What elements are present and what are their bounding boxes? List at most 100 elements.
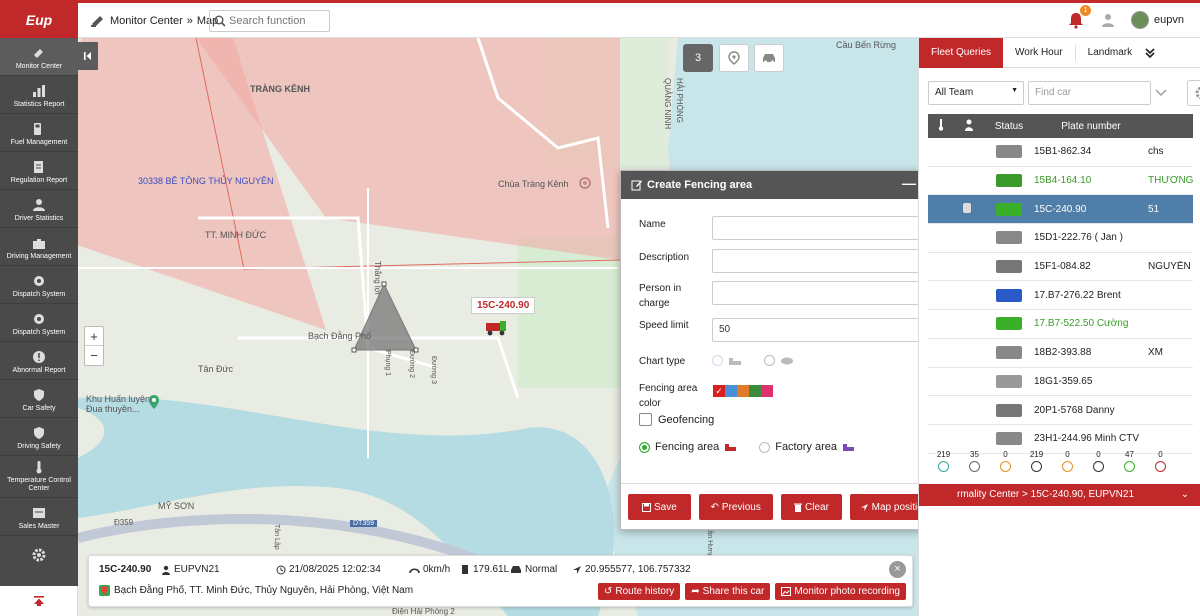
sidebar-item-driving-safety[interactable]: Driving Safety [0,418,78,456]
abnormality-bar[interactable]: rmality Center > 15C-240.90, EUPVN21 ⌄ [919,484,1200,506]
plate-number: 20P1-5768 Danny [1034,404,1115,416]
vehicle-marker-icon[interactable] [484,320,508,336]
name-field[interactable] [712,216,939,240]
status-count[interactable]: 35 [959,450,990,476]
info-fuel: 179.61L [461,564,510,575]
color-swatch[interactable] [761,385,773,397]
map-label-trang-kenh: TRÀNG KÊNH [250,84,310,94]
person-field[interactable] [712,281,939,305]
sidebar-settings[interactable] [0,536,78,574]
find-car-input[interactable]: Find car [1028,81,1151,105]
vehicle-row[interactable]: 15D1-222.76 ( Jan ) [928,224,1193,253]
chevron-down-icon[interactable] [1155,89,1167,97]
trash-icon [794,503,802,512]
collapse-sidebar-button[interactable] [78,42,98,70]
col-status[interactable]: Status [984,121,1034,132]
breadcrumb-current[interactable]: Monitor Center [110,15,183,27]
sidebar-item-monitor-center[interactable]: Monitor Center [0,38,78,76]
tab-fleet-queries[interactable]: Fleet Queries [919,37,1004,68]
car-icon [511,566,521,573]
tab-work-hour[interactable]: Work Hour [1003,44,1076,61]
vehicle-row[interactable]: 18B2-393.88 XM [928,339,1193,368]
clear-button[interactable]: Clear [780,494,843,520]
geofencing-option[interactable]: Geofencing [639,413,714,426]
vehicle-plate-label[interactable]: 15C-240.90 [471,297,536,314]
status-count[interactable]: 219 [928,450,959,476]
sidebar-item-temperature-control[interactable]: Temperature Control Center [0,456,78,498]
factory-area-radio[interactable] [759,441,771,453]
sidebar-item-statistics-report[interactable]: Statistics Report [0,76,78,114]
zoom-out-button[interactable]: − [85,346,103,365]
sidebar-item-dispatch-system[interactable]: Dispatch System [0,266,78,304]
sidebar-item-sales-master[interactable]: Sales Master [0,498,78,536]
info-plate: 15C-240.90 [99,564,152,575]
fencing-area-radio[interactable] [639,441,650,453]
google-maps-icon[interactable] [99,585,110,596]
speed-limit-field[interactable]: 50 [712,318,939,342]
status-count[interactable]: 0 [1145,450,1176,476]
monitor-photo-button[interactable]: Monitor photo recording [775,583,906,600]
status-count[interactable]: 0 [1083,450,1114,476]
col-temp-icon[interactable] [928,118,954,134]
search-input[interactable] [229,15,324,27]
vehicle-cluster-count[interactable]: 3 [683,44,713,72]
info-datetime: 21/08/2025 12:02:34 [276,564,409,575]
col-driver-icon[interactable] [954,119,984,134]
vehicle-row[interactable]: 15F1-084.82 NGUYỄN [928,253,1193,282]
sidebar-item-driver-statistics[interactable]: Driver Statistics [0,190,78,228]
vehicle-row[interactable]: 17.B7-276.22 Brent [928,281,1193,311]
description-field[interactable] [712,249,939,273]
share-icon: ➦ [691,586,700,597]
panel-settings-button[interactable] [1187,80,1200,106]
color-swatch[interactable] [737,385,749,397]
team-select[interactable]: All Team ▼ [928,81,1024,105]
chevron-double-down-icon[interactable] [1144,47,1156,59]
users-icon[interactable] [1099,11,1117,29]
sidebar-item-regulation-report[interactable]: Regulation Report [0,152,78,190]
map-label-chua: Chùa Tràng Kênh [498,179,569,189]
vehicle-row[interactable]: 15B1-862.34 chs [928,138,1193,167]
user-menu[interactable]: eupvn [1131,11,1184,29]
zoom-in-button[interactable]: + [85,327,103,346]
vehicle-row[interactable]: 20P1-5768 Danny [928,396,1193,425]
vehicle-row[interactable]: 15B4-164.10 THƯỜNG [928,167,1193,196]
color-swatch[interactable] [725,385,737,397]
location-pin-icon[interactable] [148,394,160,410]
status-count[interactable]: 219 [1021,450,1052,476]
previous-button[interactable]: ↶ Previous [698,494,773,520]
status-count[interactable]: 0 [990,450,1021,476]
monitor-icon [34,49,43,58]
status-count[interactable]: 0 [1052,450,1083,476]
route-history-button[interactable]: ↺ Route history [597,583,681,600]
car-icon [763,54,775,64]
chart-type-polygon-radio[interactable] [712,355,723,366]
status-count[interactable]: 47 [1114,450,1145,476]
minimize-button[interactable]: — [902,175,916,191]
landmark-toggle-button[interactable] [719,44,749,72]
report-icon [34,161,43,173]
sidebar-item-fuel-management[interactable]: Fuel Management [0,114,78,152]
share-car-button[interactable]: ➦ Share this car [685,583,771,600]
vehicle-row[interactable]: 17.B7-522.50 Cường [928,310,1193,339]
color-swatch[interactable] [749,385,761,397]
vehicle-row[interactable]: 18G1-359.65 [928,368,1193,397]
sidebar-item-driving-management[interactable]: Driving Management [0,228,78,266]
temple-icon[interactable] [578,176,592,190]
notification-button[interactable]: 1 [1067,5,1092,29]
vehicle-toggle-button[interactable] [754,44,784,72]
color-swatch[interactable]: ✓ [713,385,725,397]
sidebar-item-dispatch-system-2[interactable]: Dispatch System [0,304,78,342]
brand-logo[interactable]: Eup [0,3,78,38]
tab-landmark[interactable]: Landmark [1076,38,1144,68]
vehicle-row[interactable]: 15C-240.90 51 [928,195,1193,225]
save-button[interactable]: Save [628,494,691,520]
save-icon [642,502,651,512]
function-search[interactable] [209,10,330,32]
sidebar-footer[interactable] [0,586,78,616]
close-info-button[interactable]: × [889,561,906,578]
col-plate-number[interactable]: Plate number [1034,121,1148,132]
sidebar-item-car-safety[interactable]: Car Safety [0,380,78,418]
chart-type-circle-radio[interactable] [764,355,775,366]
geofencing-checkbox[interactable] [639,413,652,426]
sidebar-item-abnormal-report[interactable]: Abnormal Report [0,342,78,380]
